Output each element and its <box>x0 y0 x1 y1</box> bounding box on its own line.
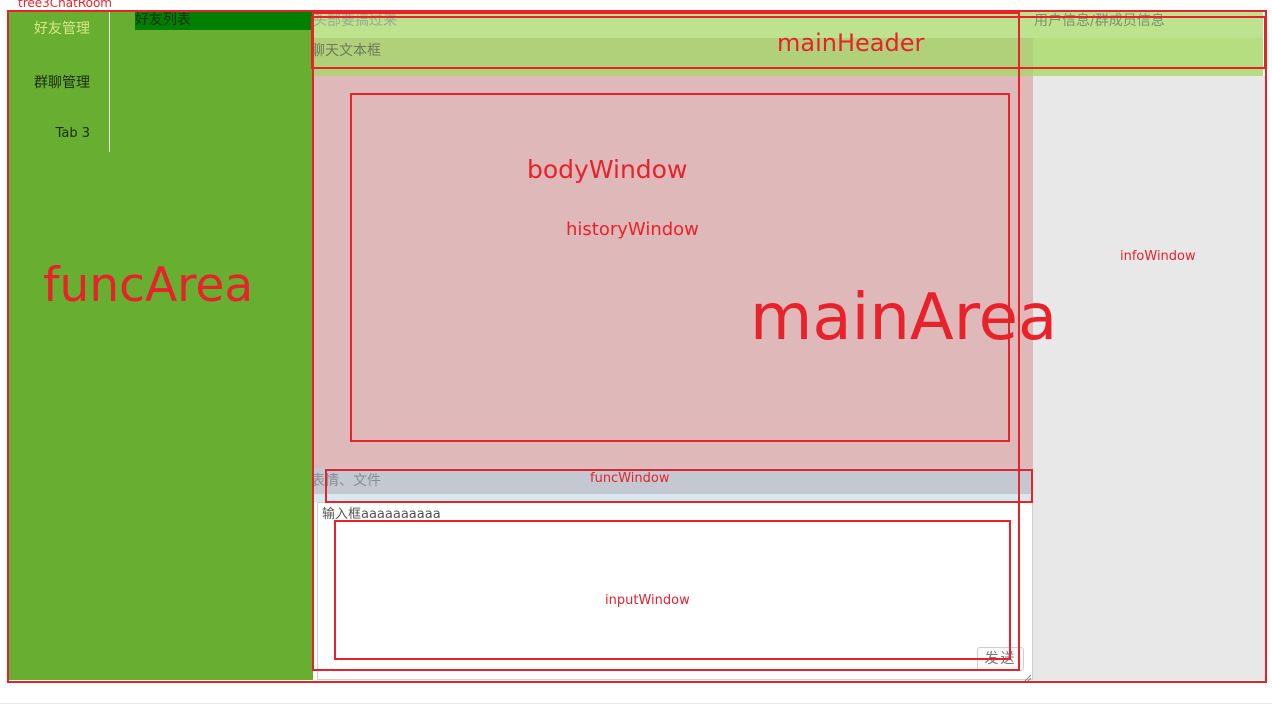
message-input[interactable] <box>317 502 1033 680</box>
history-window-annotation: historyWindow <box>566 219 699 240</box>
chat-text-label: 聊天文本框 <box>311 43 381 59</box>
main-header-bottom <box>313 38 1033 76</box>
user-info-label: 用户信息/群成员信息 <box>1034 13 1165 29</box>
tab-group-management[interactable]: 群聊管理 <box>8 72 111 92</box>
body-window-annotation: bodyWindow <box>527 155 688 184</box>
func-window-strip <box>313 494 1033 502</box>
app-title: tree3ChatRoom <box>18 0 112 10</box>
bottom-divider <box>0 703 1272 704</box>
func-area: 好友管理 群聊管理 Tab 3 好友列表 <box>8 11 313 680</box>
friend-list-header: 好友列表 <box>135 11 313 30</box>
emoji-file-button[interactable]: 表情、文件 <box>311 470 381 490</box>
main-header-right <box>1033 38 1263 76</box>
tab-3[interactable]: Tab 3 <box>8 126 111 141</box>
send-button[interactable]: 发送 <box>977 647 1024 671</box>
main-area-annotation: mainArea <box>750 281 1058 355</box>
header-title: 头部要搞过来 <box>313 13 397 29</box>
message-input-text: 输入框aaaaaaaaaa <box>322 507 441 522</box>
main-header-annotation: mainHeader <box>777 29 925 57</box>
func-window-annotation: funcWindow <box>590 471 670 486</box>
info-window <box>1033 76 1265 680</box>
info-window-annotation: infoWindow <box>1120 249 1196 264</box>
func-area-annotation: funcArea <box>43 258 254 313</box>
func-window <box>313 468 1033 494</box>
resize-handle-icon[interactable] <box>1022 668 1032 683</box>
tab-friend-management[interactable]: 好友管理 <box>8 18 111 38</box>
input-window-annotation: inputWindow <box>605 593 690 608</box>
tab-divider <box>109 11 110 152</box>
